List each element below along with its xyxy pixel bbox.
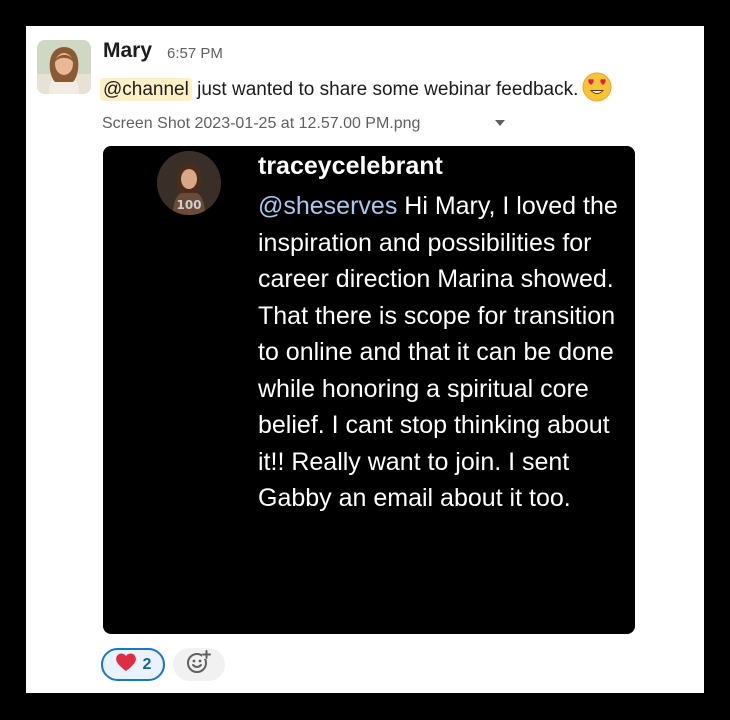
message-text: @channel just wanted to share some webin… xyxy=(100,72,612,108)
message-body: just wanted to share some webinar feedba… xyxy=(191,79,579,100)
heart-eyes-emoji-icon xyxy=(582,72,612,108)
comment-body: Hi Mary, I loved the inspiration and pos… xyxy=(258,192,618,512)
message-panel: Mary 6:57 PM @channel just wanted to sha… xyxy=(26,26,704,693)
svg-text:100: 100 xyxy=(176,198,201,212)
heart-icon xyxy=(115,652,137,677)
avatar[interactable] xyxy=(37,40,91,94)
chevron-down-icon[interactable] xyxy=(495,120,505,126)
add-emoji-icon xyxy=(186,649,212,680)
channel-mention[interactable]: @channel xyxy=(100,78,192,101)
author-name[interactable]: Mary xyxy=(103,39,152,63)
add-reaction-button[interactable] xyxy=(173,648,225,681)
attachment-image[interactable]: 100 traceycelebrant @sheserves Hi Mary, … xyxy=(103,146,635,634)
heart-reaction-button[interactable]: 2 xyxy=(101,648,165,681)
timestamp[interactable]: 6:57 PM xyxy=(167,45,223,62)
comment-mention: @sheserves xyxy=(258,192,398,220)
commenter-username: traceycelebrant xyxy=(258,152,443,180)
commenter-avatar: 100 xyxy=(157,151,221,215)
reaction-count: 2 xyxy=(142,655,152,673)
comment-text: @sheserves Hi Mary, I loved the inspirat… xyxy=(258,188,628,517)
attachment-filename[interactable]: Screen Shot 2023-01-25 at 12.57.00 PM.pn… xyxy=(102,115,420,133)
